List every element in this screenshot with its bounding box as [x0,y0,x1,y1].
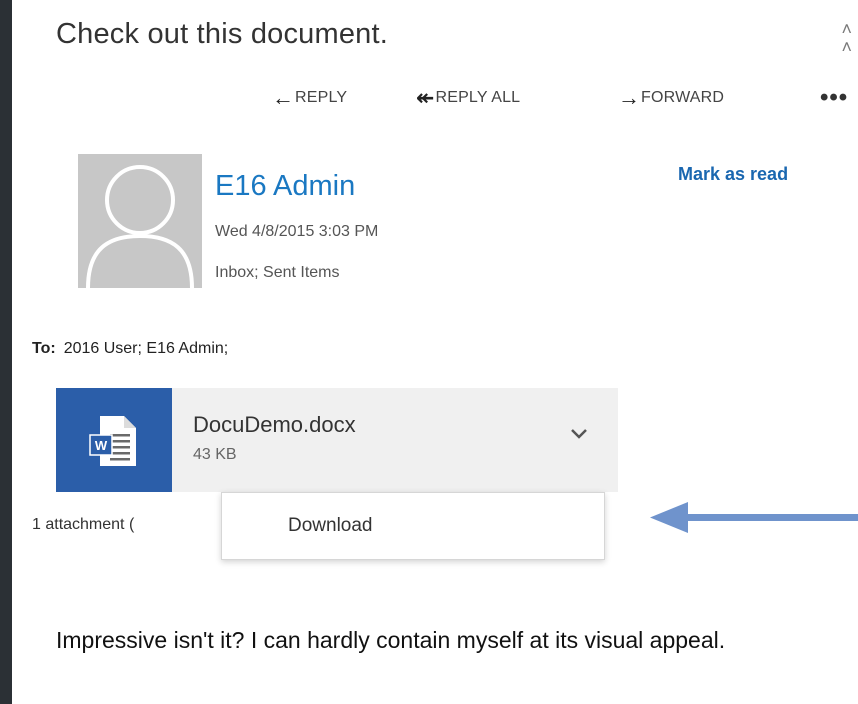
collapse-icon[interactable]: ˄ ˄ [841,20,852,56]
recipients-list[interactable]: 2016 User; E16 Admin; [64,340,229,357]
message-actions-bar: ← REPLY ↞ REPLY ALL → FORWARD ••• [12,84,858,118]
mark-as-read-link[interactable]: Mark as read [678,164,788,185]
attachment-menu: Download [221,492,605,560]
word-document-icon: W [56,388,172,492]
attachment-name: DocuDemo.docx [193,412,356,437]
attachment-count: 1 attachment ( [32,516,135,533]
reply-arrow-icon: ← [272,85,294,110]
callout-arrow-icon [650,502,858,533]
reply-all-arrow-icon: ↞ [416,85,435,110]
download-menu-item[interactable]: Download [288,515,373,537]
sent-date: Wed 4/8/2015 3:03 PM [215,223,379,240]
forward-arrow-icon: → [618,85,640,110]
recipients-line: To: 2016 User; E16 Admin; [32,340,228,358]
to-label: To: [32,340,56,357]
more-actions-button[interactable]: ••• [820,84,848,112]
chevron-down-icon[interactable] [570,428,588,440]
reply-button[interactable]: ← REPLY [272,85,347,110]
message-subject: Check out this document. [56,18,389,50]
avatar-placeholder-icon [86,165,194,288]
message-folders: Inbox; Sent Items [215,264,340,281]
avatar [78,154,202,288]
attachment-size: 43 KB [193,446,237,463]
sender-name[interactable]: E16 Admin [215,170,355,203]
attachment-card[interactable]: W DocuDemo.docx 43 KB [56,388,618,492]
forward-button[interactable]: → FORWARD [618,85,724,110]
svg-text:W: W [95,438,108,453]
reading-pane: Check out this document. ˄ ˄ ← REPLY ↞ RE… [12,0,858,704]
message-body: Impressive isn't it? I can hardly contai… [56,627,726,653]
reply-all-button[interactable]: ↞ REPLY ALL [416,85,520,110]
